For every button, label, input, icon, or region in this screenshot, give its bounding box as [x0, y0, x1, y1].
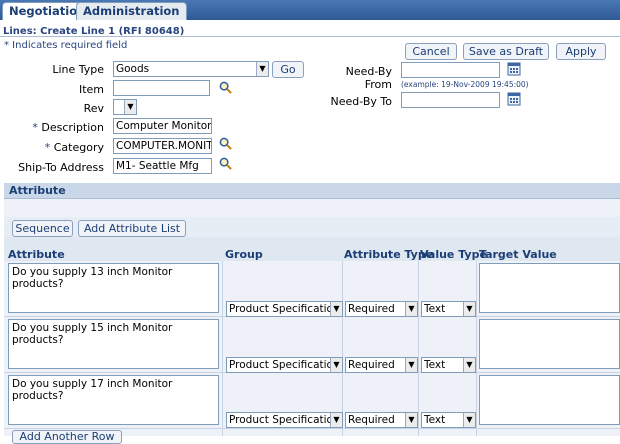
value-type-select[interactable]: Text ▼	[421, 357, 476, 373]
attribute-textarea[interactable]: Do you supply 15 inch Monitor products?	[8, 319, 219, 369]
dropdown-arrow-icon: ▼	[405, 358, 417, 372]
need-by-to-label: Need-By To	[330, 95, 392, 108]
calendar-icon[interactable]	[507, 92, 521, 106]
date-format-hint: (example: 19-Nov-2009 19:45:00)	[401, 80, 529, 89]
apply-button[interactable]: Apply	[556, 43, 606, 60]
column-divider	[222, 261, 223, 436]
dropdown-arrow-icon: ▼	[463, 413, 475, 427]
line-type-value: Goods	[116, 63, 150, 75]
value-type-select[interactable]: Text ▼	[421, 301, 476, 317]
dropdown-arrow-icon: ▼	[256, 62, 268, 76]
dropdown-arrow-icon: ▼	[330, 358, 342, 372]
calendar-icon[interactable]	[507, 62, 521, 76]
target-value-textarea[interactable]	[479, 319, 620, 369]
dropdown-arrow-icon: ▼	[405, 413, 417, 427]
need-by-to-input[interactable]	[401, 92, 500, 108]
group-select[interactable]: Product Specifications ▼	[226, 301, 343, 317]
attribute-textarea[interactable]: Do you supply 13 inch Monitor products?	[8, 263, 219, 313]
category-label: * Category	[44, 141, 104, 154]
title-divider	[0, 36, 620, 37]
attribute-type-value: Required	[348, 303, 395, 315]
ship-to-address-label: Ship-To Address	[18, 161, 104, 174]
column-divider	[342, 261, 343, 436]
column-divider	[476, 261, 477, 436]
attribute-type-select[interactable]: Required ▼	[345, 301, 418, 317]
cancel-button[interactable]: Cancel	[405, 43, 457, 60]
category-input[interactable]: COMPUTER.MONITOR	[113, 138, 212, 154]
need-by-from-input[interactable]	[401, 62, 500, 78]
item-label: Item	[78, 83, 104, 96]
description-label: * Description	[32, 121, 104, 134]
need-by-from-label: Need-By From	[345, 65, 392, 91]
required-field-note: * Indicates required field	[4, 40, 128, 51]
group-select[interactable]: Product Specifications ▼	[226, 357, 343, 373]
dropdown-arrow-icon: ▼	[330, 413, 342, 427]
value-type-value: Text	[424, 303, 446, 315]
search-icon[interactable]	[219, 157, 232, 170]
attribute-section-header: Attribute	[4, 183, 620, 199]
attribute-section-band	[4, 199, 620, 217]
description-input[interactable]: Computer Monitor Pro	[113, 118, 212, 134]
search-icon[interactable]	[219, 81, 232, 94]
dropdown-arrow-icon: ▼	[463, 358, 475, 372]
dropdown-arrow-icon: ▼	[463, 302, 475, 316]
column-header-value-type: Value Type	[420, 248, 487, 261]
attribute-type-select[interactable]: Required ▼	[345, 357, 418, 373]
line-type-select[interactable]: Goods ▼	[113, 61, 269, 77]
value-type-select[interactable]: Text ▼	[421, 412, 476, 428]
attribute-type-select[interactable]: Required ▼	[345, 412, 418, 428]
dropdown-arrow-icon: ▼	[405, 302, 417, 316]
group-value: Product Specifications	[229, 359, 343, 371]
attribute-type-value: Required	[348, 414, 395, 426]
target-value-textarea[interactable]	[479, 375, 620, 425]
group-value: Product Specifications	[229, 414, 343, 426]
column-header-attribute: Attribute	[8, 248, 65, 261]
sequence-button[interactable]: Sequence	[12, 220, 73, 237]
column-header-target-value: Target Value	[479, 248, 557, 261]
attribute-textarea[interactable]: Do you supply 17 inch Monitor products?	[8, 375, 219, 425]
search-icon[interactable]	[219, 137, 232, 150]
rev-select[interactable]: ▼	[113, 99, 137, 115]
go-button[interactable]: Go	[272, 61, 304, 78]
group-value: Product Specifications	[229, 303, 343, 315]
ship-to-address-input[interactable]: M1- Seattle Mfg	[113, 158, 212, 174]
dropdown-arrow-icon: ▼	[124, 100, 136, 114]
column-header-group: Group	[225, 248, 263, 261]
column-divider	[418, 261, 419, 436]
value-type-value: Text	[424, 414, 446, 426]
group-select[interactable]: Product Specifications ▼	[226, 412, 343, 428]
add-another-row-button[interactable]: Add Another Row	[12, 430, 122, 444]
rev-label: Rev	[83, 102, 104, 115]
attribute-type-value: Required	[348, 359, 395, 371]
value-type-value: Text	[424, 359, 446, 371]
tab-administration[interactable]: Administration	[76, 2, 187, 20]
row-divider	[4, 428, 620, 429]
dropdown-arrow-icon: ▼	[330, 302, 342, 316]
save-as-draft-button[interactable]: Save as Draft	[463, 43, 549, 60]
add-attribute-list-button[interactable]: Add Attribute List	[78, 220, 186, 237]
target-value-textarea[interactable]	[479, 263, 620, 313]
line-type-label: Line Type	[52, 63, 104, 76]
item-input[interactable]	[113, 80, 210, 96]
